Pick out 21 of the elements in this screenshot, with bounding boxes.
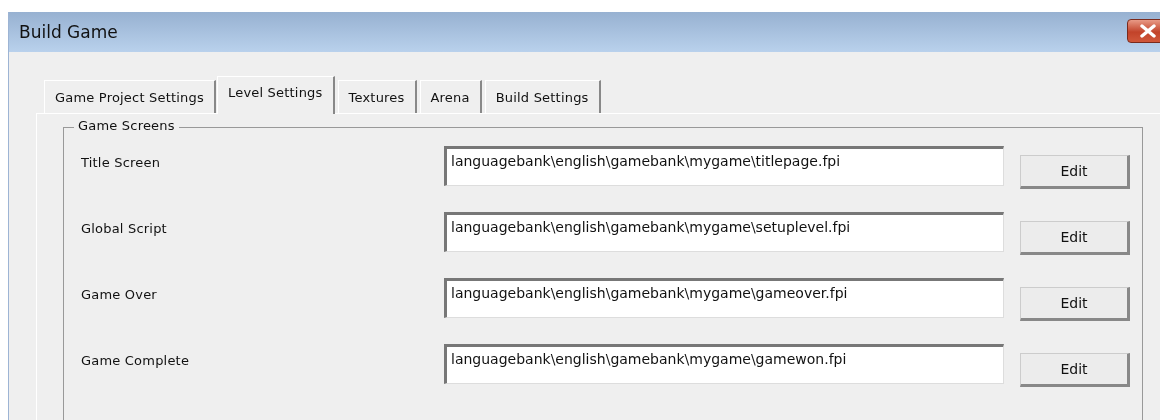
edit-button[interactable]: Edit	[1020, 221, 1130, 255]
field-label: Title Screen	[81, 154, 162, 170]
field-label: Global Script	[81, 220, 168, 236]
path-field[interactable]: languagebank\english\gamebank\mygame\setuplevel.fpi	[444, 212, 1004, 252]
tab[interactable]: Level Settings	[216, 76, 335, 114]
edit-button[interactable]: Edit	[1020, 287, 1130, 321]
edit-button[interactable]: Edit	[1020, 353, 1130, 387]
tab[interactable]: Build Settings	[484, 80, 601, 113]
edit-button[interactable]: Edit	[1020, 155, 1130, 189]
tab[interactable]: Textures	[337, 80, 417, 113]
path-field[interactable]: languagebank\english\gamebank\mygame\gameover.fpi	[444, 278, 1004, 318]
path-field[interactable]: languagebank\english\gamebank\mygame\gamewon.fpi	[444, 344, 1004, 384]
close-button[interactable]	[1127, 19, 1160, 43]
field-label: Game Over	[81, 286, 158, 302]
tab[interactable]: Game Project Settings	[44, 80, 216, 113]
field-label: Game Complete	[81, 352, 191, 368]
close-icon	[1140, 24, 1156, 38]
tab[interactable]: Arena	[419, 80, 482, 113]
path-field[interactable]: languagebank\english\gamebank\mygame\titlepage.fpi	[444, 146, 1004, 186]
window-title: Build Game	[18, 22, 118, 42]
group-title: Game Screens	[74, 118, 179, 133]
